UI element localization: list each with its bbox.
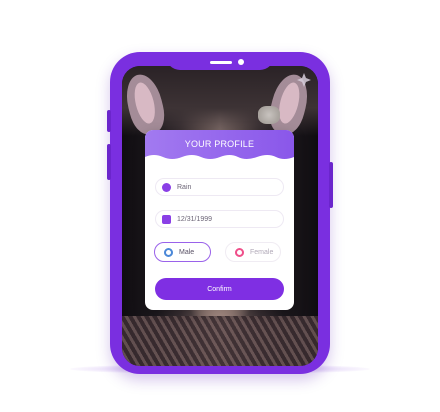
phone-notch: [166, 52, 274, 70]
app-logo-icon: [297, 73, 311, 87]
page-title: YOUR PROFILE: [184, 138, 255, 149]
profile-card-header: YOUR PROFILE: [145, 130, 294, 161]
person-icon: [162, 182, 171, 192]
date-of-birth-field[interactable]: 12/31/1999: [155, 210, 284, 228]
date-of-birth-value: 12/31/1999: [177, 215, 213, 223]
phone-side-button: [107, 144, 111, 180]
header-wave: [145, 155, 294, 161]
female-icon: [235, 247, 244, 257]
sweater-pattern: [122, 316, 318, 366]
front-camera: [238, 59, 244, 65]
speaker-grille: [210, 61, 232, 64]
profile-card: YOUR PROFILE Rain 12/31/1999 Male Female…: [145, 130, 294, 310]
flower-ornament: [258, 106, 280, 124]
confirm-button[interactable]: Confirm: [155, 278, 284, 300]
phone-side-button: [107, 110, 111, 132]
phone-side-button: [329, 162, 333, 208]
gender-option-female[interactable]: Female: [225, 242, 281, 262]
gender-option-male[interactable]: Male: [154, 242, 211, 262]
name-value: Rain: [177, 183, 192, 191]
gender-label-female: Female: [250, 248, 274, 256]
gender-label-male: Male: [179, 248, 195, 256]
male-icon: [164, 247, 173, 257]
name-field[interactable]: Rain: [155, 178, 284, 196]
calendar-icon: [162, 214, 171, 224]
